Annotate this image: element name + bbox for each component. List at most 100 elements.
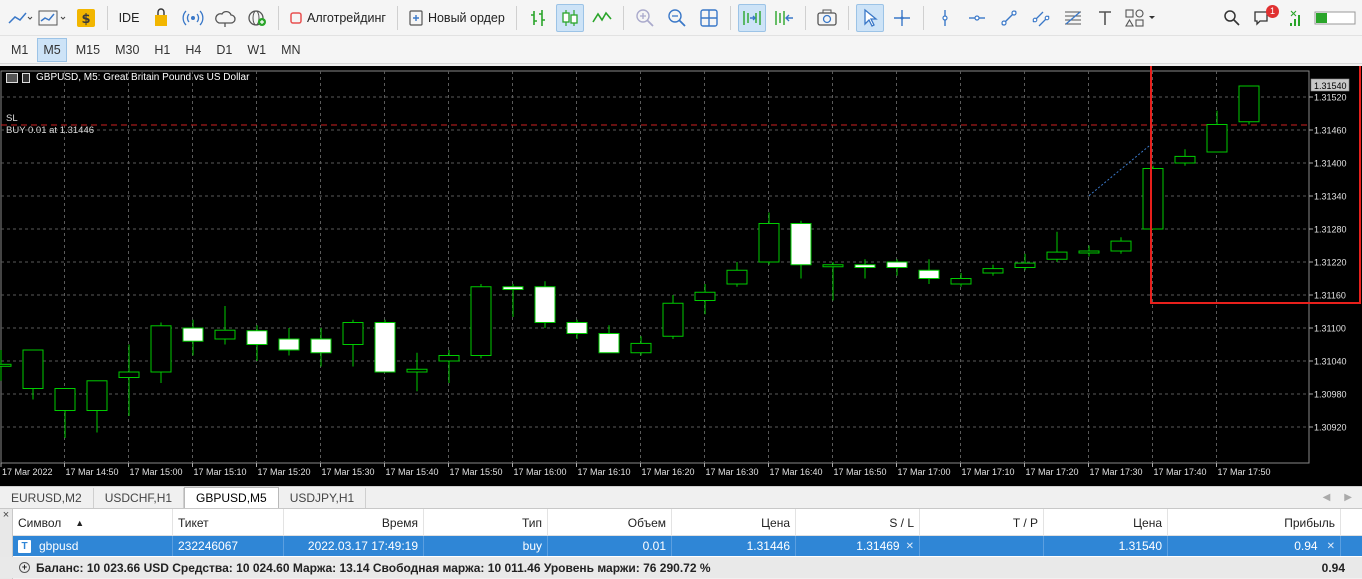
column-header[interactable]: Тип — [424, 509, 548, 536]
crosshair-icon[interactable] — [888, 4, 916, 32]
vertical-line-icon[interactable] — [931, 4, 959, 32]
toolbar-separator — [729, 5, 731, 30]
column-header[interactable]: Тикет — [173, 509, 284, 536]
time-axis-label: 17 Mar 14:50 — [66, 467, 119, 477]
terminal-close-icon[interactable]: × — [0, 509, 12, 522]
column-header-label: Символ — [18, 515, 62, 530]
search-icon[interactable] — [1218, 4, 1246, 32]
auto-scroll-icon[interactable] — [737, 3, 766, 32]
time-axis-label: 17 Mar 15:40 — [386, 467, 439, 477]
candlestick-chart[interactable]: 1.31520 1.31460 1.31400 1.31340 1.31280 1.312… — [0, 66, 1362, 486]
account-status-row: + Баланс: 10 023.66 USD Средства: 10 024… — [0, 557, 1362, 578]
time-axis-label: 17 Mar 16:00 — [514, 467, 567, 477]
candle-bullish — [822, 264, 844, 268]
signals-broadcast-icon[interactable] — [179, 4, 207, 32]
chart-tab-eurusd-m2[interactable]: EURUSD,M2 — [0, 488, 94, 508]
screenshot-camera-icon[interactable] — [813, 4, 841, 32]
candle-bearish — [502, 286, 524, 290]
price-axis-label: 1.31460 — [1314, 126, 1347, 136]
text-tool-icon[interactable] — [1091, 4, 1119, 32]
order-line-label: BUY 0.01 at 1.31446 — [6, 125, 95, 136]
column-header-label: Объем — [627, 515, 666, 530]
candle-bullish — [1238, 85, 1260, 123]
column-header-label: Цена — [1133, 515, 1162, 530]
shapes-dropdown-icon[interactable] — [1123, 4, 1159, 32]
connection-status-indicator[interactable] — [1314, 4, 1356, 32]
table-row[interactable]: Tgbpusd 232246067 2022.03.17 17:49:19 buy 0.… — [13, 536, 1362, 556]
toolbar-separator — [847, 5, 849, 30]
notifications-button[interactable]: 1 — [1250, 4, 1279, 32]
trend-line-icon[interactable] — [995, 4, 1023, 32]
timeframe-mn-button[interactable]: MN — [275, 38, 306, 62]
table-cell-value: 1.31446 — [746, 539, 790, 553]
chart-window[interactable]: 1.31520 1.31460 1.31400 1.31340 1.31280 1.312… — [0, 66, 1362, 486]
bar-chart-icon[interactable] — [524, 4, 552, 32]
chart-tab-bar: EURUSD,M2 USDCHF,H1 GBPUSD,M5 USDJPY,H1 ◀ ▶ — [0, 486, 1362, 508]
price-axis-label: 1.31280 — [1314, 225, 1347, 235]
timeframe-m1-button[interactable]: M1 — [5, 38, 34, 62]
remove-sl-icon[interactable]: ✕ — [906, 541, 914, 552]
column-header[interactable]: S / L — [796, 509, 920, 536]
zoom-out-icon[interactable] — [663, 4, 691, 32]
close-position-icon[interactable]: ✕ — [1327, 541, 1335, 552]
column-header[interactable]: Объем — [548, 509, 672, 536]
chart-tab-gbpusd-m5[interactable]: GBPUSD,M5 — [184, 487, 279, 508]
lock-bag-button[interactable] — [147, 4, 175, 32]
tab-scroll-left-icon[interactable]: ◀ — [1323, 492, 1331, 503]
chart-type-line-button[interactable] — [6, 4, 34, 32]
timeframe-h1-button[interactable]: H1 — [148, 38, 176, 62]
candle-bearish — [854, 264, 876, 268]
channel-line-icon[interactable] — [1027, 4, 1055, 32]
cursor-pointer-icon[interactable] — [855, 3, 884, 32]
table-cell-value: 1.31469 — [856, 539, 900, 553]
candle-bullish — [726, 269, 748, 285]
new-order-button[interactable]: Новый ордер — [405, 4, 509, 32]
horizontal-line-icon[interactable] — [963, 4, 991, 32]
candlestick-chart-icon[interactable] — [555, 3, 584, 32]
table-cell-profit: 0.94 ✕ — [1168, 536, 1341, 556]
zoom-in-icon[interactable] — [631, 4, 659, 32]
timeframe-m15-button[interactable]: M15 — [70, 38, 106, 62]
chart-menu-icon[interactable] — [6, 72, 18, 83]
timeframe-w1-button[interactable]: W1 — [241, 38, 272, 62]
chart-shift-icon[interactable] — [770, 4, 798, 32]
candle-bullish — [982, 268, 1004, 274]
price-axis-label: 1.30920 — [1314, 423, 1347, 433]
tab-scroll-arrows[interactable]: ◀ ▶ — [1323, 492, 1352, 503]
column-header[interactable]: Время — [284, 509, 424, 536]
cloud-hosting-icon[interactable] — [211, 4, 239, 32]
column-header[interactable]: Прибыль — [1168, 509, 1341, 536]
sl-line-label: SL — [6, 113, 18, 124]
dollar-market-button[interactable]: $ — [72, 4, 100, 32]
candle-bullish — [1078, 250, 1100, 254]
candle-bullish — [470, 286, 492, 356]
time-axis-label: 17 Mar 15:30 — [322, 467, 375, 477]
column-header[interactable]: T / P — [920, 509, 1044, 536]
account-expand-icon[interactable]: + — [19, 562, 30, 573]
column-header[interactable]: Символ ▲ — [13, 509, 173, 536]
algotrading-status-icon — [290, 11, 302, 24]
algotrading-button[interactable]: Алготрейдинг — [286, 4, 390, 32]
time-axis-label: 17 Mar 16:10 — [578, 467, 631, 477]
chart-tab-usdjpy-h1[interactable]: USDJPY,H1 — [279, 488, 367, 508]
time-axis-label: 17 Mar 16:30 — [706, 467, 759, 477]
web-market-globe-icon[interactable] — [243, 4, 271, 32]
candle-bullish — [22, 349, 44, 389]
tile-windows-icon[interactable] — [695, 4, 723, 32]
signal-strength-icon[interactable] — [1282, 4, 1310, 32]
chart-settings-button[interactable] — [38, 4, 68, 32]
chart-tab-usdchf-h1[interactable]: USDCHF,H1 — [94, 488, 185, 508]
line-chart-icon[interactable] — [588, 4, 616, 32]
table-cell-price-current: 1.31540 — [1044, 536, 1168, 556]
column-header[interactable]: Цена — [672, 509, 796, 536]
fibonacci-lines-icon[interactable] — [1059, 4, 1087, 32]
timeframe-m30-button[interactable]: M30 — [109, 38, 145, 62]
tab-scroll-right-icon[interactable]: ▶ — [1344, 492, 1352, 503]
main-toolbar: $ IDE Алготрейдинг Новый ордер 1 — [0, 0, 1362, 36]
column-header[interactable]: Цена — [1044, 509, 1168, 536]
timeframe-d1-button[interactable]: D1 — [210, 38, 238, 62]
price-axis-label: 1.31160 — [1314, 291, 1346, 301]
ide-button[interactable]: IDE — [115, 4, 143, 32]
timeframe-h4-button[interactable]: H4 — [179, 38, 207, 62]
timeframe-m5-button[interactable]: M5 — [37, 37, 67, 62]
